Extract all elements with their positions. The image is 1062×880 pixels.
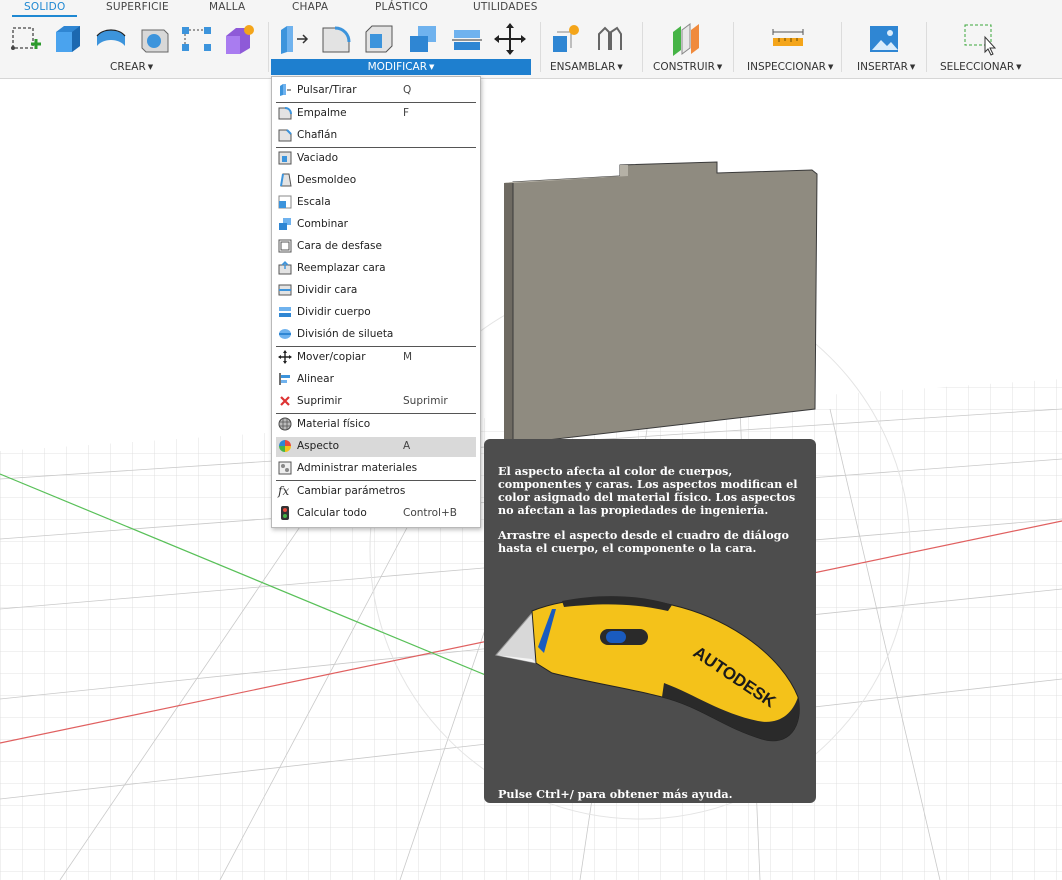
- menu-item-reemplazar-cara[interactable]: Reemplazar cara: [276, 259, 476, 279]
- menu-item-administrar-materiales[interactable]: Administrar materiales: [276, 459, 476, 479]
- joint-icon[interactable]: [593, 22, 627, 56]
- group-crear[interactable]: CREAR ▼: [110, 61, 153, 73]
- silhouette-split-icon: [278, 327, 292, 341]
- menu-item-aspecto[interactable]: Aspecto A: [276, 437, 476, 457]
- offset-face-icon: [278, 239, 292, 253]
- toolbar-divider: [268, 22, 269, 72]
- menu-item-empalme[interactable]: Empalme F: [276, 104, 476, 124]
- menu-item-material-fisico[interactable]: Material físico: [276, 415, 476, 435]
- menu-item-chaflan[interactable]: Chaflán: [276, 126, 476, 146]
- menu-separator: [276, 413, 476, 414]
- fx-icon: fx: [278, 484, 290, 498]
- menu-separator: [276, 346, 476, 347]
- draft-icon: [278, 173, 292, 187]
- toolbar-divider: [642, 22, 643, 72]
- create-sketch-icon[interactable]: [9, 22, 43, 56]
- menu-item-division-de-silueta[interactable]: División de silueta: [276, 325, 476, 345]
- delete-icon: [278, 394, 292, 408]
- scale-icon: [278, 195, 292, 209]
- insert-image-icon[interactable]: [867, 22, 901, 56]
- menu-item-escala[interactable]: Escala: [276, 193, 476, 213]
- press-pull-icon: [278, 83, 292, 97]
- tooltip-utility-knife-image: AUTODESK: [492, 587, 810, 757]
- menu-item-alinear[interactable]: Alinear: [276, 370, 476, 390]
- fillet-icon: [278, 106, 292, 120]
- menu-separator: [276, 147, 476, 148]
- group-seleccionar[interactable]: SELECCIONAR ▼: [940, 61, 1022, 73]
- combine-icon[interactable]: [406, 22, 440, 56]
- window-select-icon[interactable]: [962, 22, 996, 56]
- group-ensamblar[interactable]: ENSAMBLAR ▼: [550, 61, 623, 73]
- menu-item-cara-de-desfase[interactable]: Cara de desfase: [276, 237, 476, 257]
- toolbar-divider: [926, 22, 927, 72]
- body-part: [504, 161, 818, 445]
- tab-utilidades[interactable]: UTILIDADES: [473, 1, 538, 13]
- replace-face-icon: [278, 261, 292, 275]
- move-icon: [278, 350, 292, 364]
- group-inspeccionar[interactable]: INSPECCIONAR ▼: [747, 61, 833, 73]
- split-body-icon: [278, 305, 292, 319]
- modificar-dropdown-menu: Pulsar/Tirar Q Empalme F Chaflán Vaciado D…: [271, 76, 481, 528]
- menu-item-pulsar-tirar[interactable]: Pulsar/Tirar Q: [276, 81, 476, 101]
- menu-item-vaciado[interactable]: Vaciado: [276, 149, 476, 169]
- revolve-icon[interactable]: [94, 22, 128, 56]
- create-form-icon[interactable]: [222, 22, 256, 56]
- menu-item-dividir-cara[interactable]: Dividir cara: [276, 281, 476, 301]
- split-body-icon[interactable]: [450, 22, 484, 56]
- shell-icon: [278, 151, 292, 165]
- tab-plastico[interactable]: PLÁSTICO: [375, 1, 428, 13]
- menu-item-suprimir[interactable]: Suprimir Suprimir: [276, 392, 476, 412]
- new-component-icon[interactable]: [549, 22, 583, 56]
- workspace-tabs: SOLIDO SUPERFICIE MALLA CHAPA PLÁSTICO U…: [0, 0, 1062, 17]
- move-icon[interactable]: [493, 22, 527, 56]
- hole-icon[interactable]: [138, 22, 172, 56]
- compute-all-icon: [278, 506, 292, 520]
- menu-item-mover-copiar[interactable]: Mover/copiar M: [276, 348, 476, 368]
- toolbar-divider: [733, 22, 734, 72]
- toolbar-divider: [540, 22, 541, 72]
- toolbar-divider: [841, 22, 842, 72]
- menu-item-calcular-todo[interactable]: Calcular todo Control+B: [276, 504, 476, 524]
- toolbar: SOLIDO SUPERFICIE MALLA CHAPA PLÁSTICO U…: [0, 0, 1062, 79]
- tab-superficie[interactable]: SUPERFICIE: [106, 1, 169, 13]
- aspecto-tooltip: El aspecto afecta al color de cuerpos, c…: [484, 439, 816, 803]
- menu-item-combinar[interactable]: Combinar: [276, 215, 476, 235]
- tooltip-instructions: Arrastre el aspecto desde el cuadro de d…: [498, 528, 789, 555]
- pattern-icon[interactable]: [180, 22, 214, 56]
- menu-separator: [276, 102, 476, 103]
- fillet-icon[interactable]: [319, 22, 353, 56]
- align-icon: [278, 372, 292, 386]
- group-modificar[interactable]: MODIFICAR ▼: [271, 59, 531, 75]
- tab-chapa[interactable]: CHAPA: [292, 1, 328, 13]
- physical-material-icon: [278, 417, 292, 431]
- extrude-icon[interactable]: [50, 22, 84, 56]
- appearance-icon: [278, 439, 292, 453]
- press-pull-icon[interactable]: [277, 22, 311, 56]
- chamfer-icon: [278, 128, 292, 142]
- shell-icon[interactable]: [362, 22, 396, 56]
- tab-solido[interactable]: SOLIDO: [11, 1, 79, 17]
- group-construir[interactable]: CONSTRUIR ▼: [653, 61, 722, 73]
- manage-materials-icon: [278, 461, 292, 475]
- menu-item-dividir-cuerpo[interactable]: Dividir cuerpo: [276, 303, 476, 323]
- measure-icon[interactable]: [771, 22, 805, 56]
- tab-malla[interactable]: MALLA: [209, 1, 245, 13]
- offset-plane-icon[interactable]: [669, 22, 703, 56]
- tooltip-help-hint: Pulse Ctrl+/ para obtener más ayuda.: [498, 787, 733, 801]
- menu-separator: [276, 480, 476, 481]
- group-insertar[interactable]: INSERTAR ▼: [857, 61, 915, 73]
- tooltip-description: El aspecto afecta al color de cuerpos, c…: [498, 464, 798, 517]
- combine-icon: [278, 217, 292, 231]
- menu-item-desmoldeo[interactable]: Desmoldeo: [276, 171, 476, 191]
- split-face-icon: [278, 283, 292, 297]
- menu-item-cambiar-parametros[interactable]: fx Cambiar parámetros: [276, 482, 476, 502]
